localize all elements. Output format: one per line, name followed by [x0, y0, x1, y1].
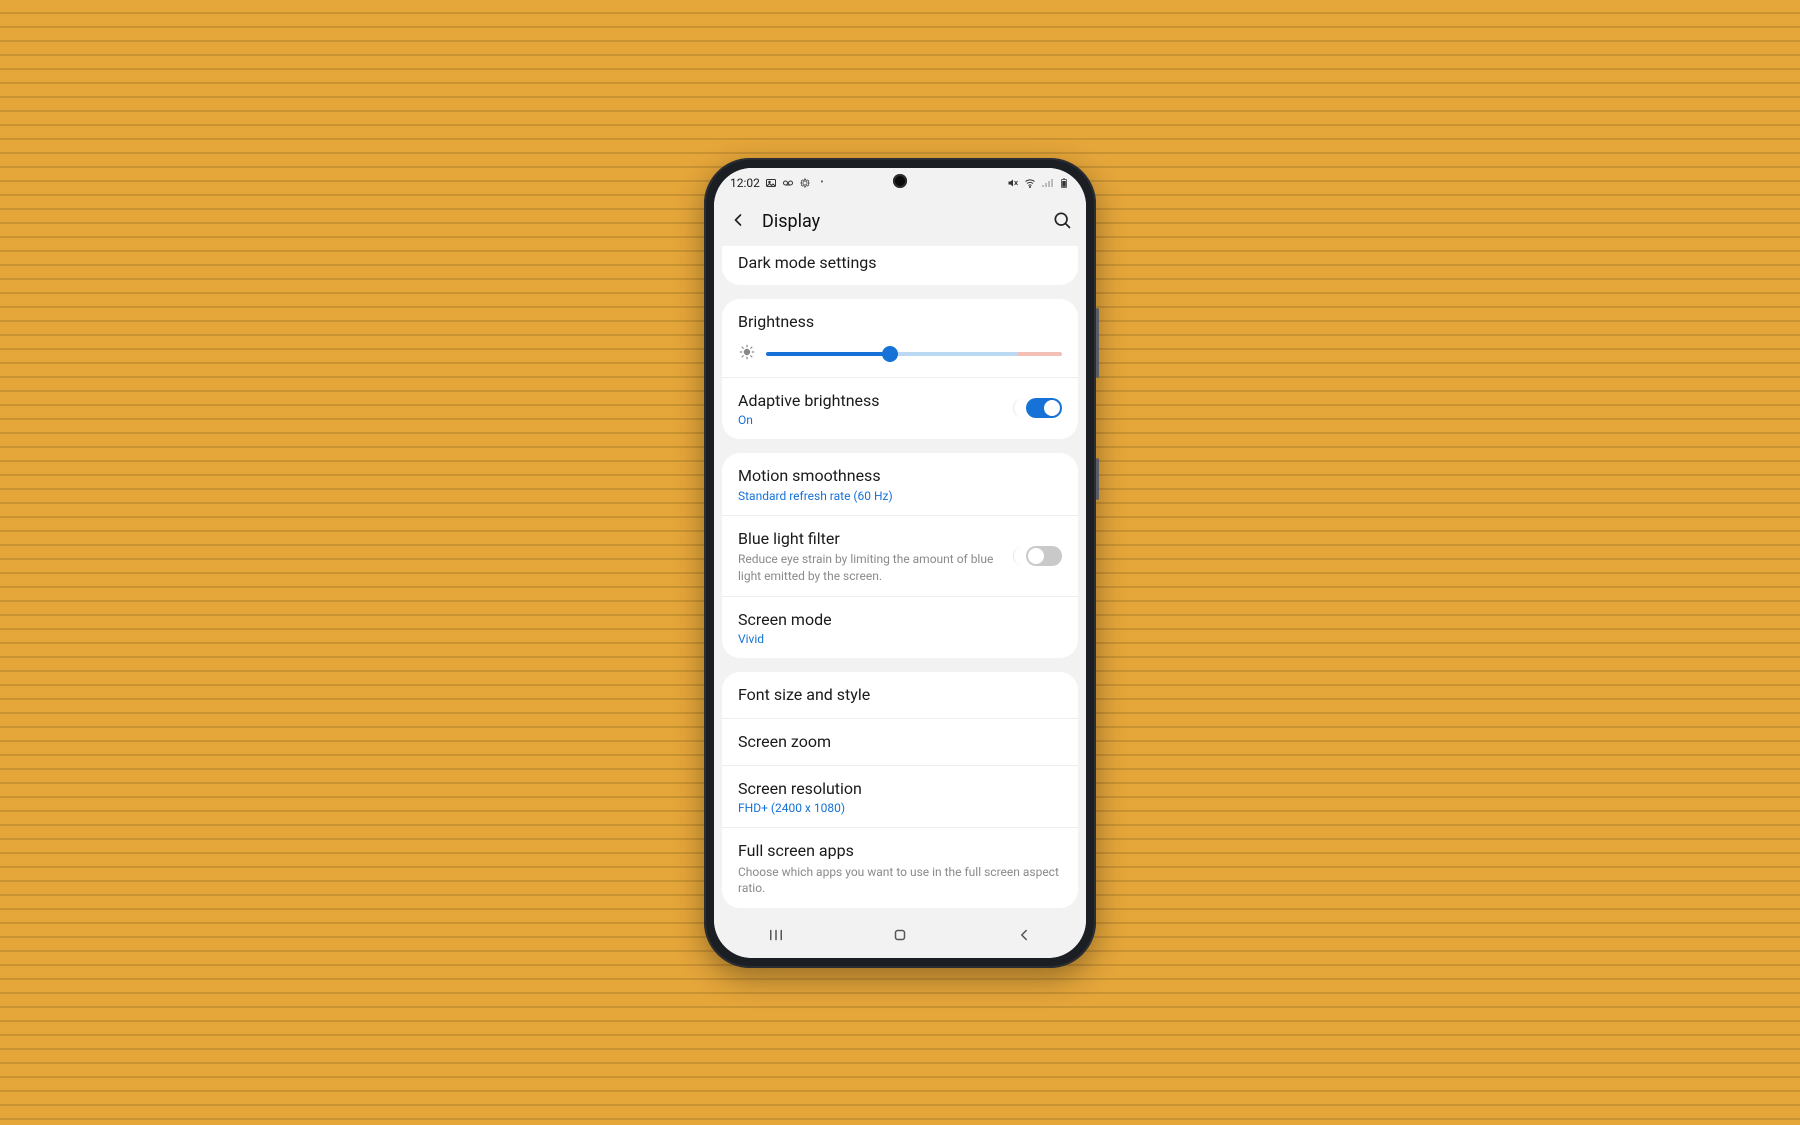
- power-button: [1096, 458, 1099, 500]
- adaptive-brightness-toggle[interactable]: [1013, 398, 1062, 418]
- row-blue-light-filter[interactable]: Blue light filter Reduce eye strain by l…: [722, 516, 1078, 597]
- brightness-icon: [738, 343, 756, 365]
- row-title: Screen zoom: [738, 731, 1062, 753]
- recents-button[interactable]: [767, 926, 785, 948]
- row-brightness: Brightness: [722, 299, 1078, 378]
- row-title: Dark mode settings: [738, 252, 1062, 274]
- page-title: Display: [762, 211, 1038, 232]
- blue-light-toggle[interactable]: [1013, 546, 1062, 566]
- row-title: Motion smoothness: [738, 465, 1062, 487]
- row-subtitle: Vivid: [738, 632, 1062, 646]
- row-title: Font size and style: [738, 684, 1062, 706]
- row-screen-mode[interactable]: Screen mode Vivid: [722, 597, 1078, 659]
- card-dark-mode: Dark mode settings: [722, 246, 1078, 286]
- row-title: Adaptive brightness: [738, 390, 1003, 412]
- search-icon[interactable]: [1052, 210, 1072, 234]
- row-subtitle: FHD+ (2400 x 1080): [738, 801, 1062, 815]
- mute-icon: [1007, 177, 1019, 189]
- home-button[interactable]: [891, 926, 909, 948]
- phone-frame: 12:02 • Display Dark m: [704, 158, 1096, 968]
- row-title: Blue light filter: [738, 528, 1003, 550]
- row-screen-resolution[interactable]: Screen resolution FHD+ (2400 x 1080): [722, 766, 1078, 829]
- row-screen-zoom[interactable]: Screen zoom: [722, 719, 1078, 766]
- row-adaptive-brightness[interactable]: Adaptive brightness On: [722, 378, 1078, 440]
- row-title: Screen resolution: [738, 778, 1062, 800]
- card-display-options: Motion smoothness Standard refresh rate …: [722, 453, 1078, 658]
- row-font-size-style[interactable]: Font size and style: [722, 672, 1078, 719]
- row-subtitle: Choose which apps you want to use in the…: [738, 864, 1062, 896]
- row-motion-smoothness[interactable]: Motion smoothness Standard refresh rate …: [722, 453, 1078, 516]
- back-icon[interactable]: [728, 210, 748, 234]
- image-icon: [765, 177, 777, 189]
- row-subtitle: Standard refresh rate (60 Hz): [738, 489, 1062, 503]
- wifi-icon: [1024, 177, 1036, 189]
- gear-icon: [799, 177, 811, 189]
- card-appearance: Font size and style Screen zoom Screen r…: [722, 672, 1078, 908]
- brightness-thumb[interactable]: [882, 346, 898, 362]
- battery-icon: [1058, 177, 1070, 189]
- dot-icon: •: [816, 177, 828, 189]
- settings-list[interactable]: Dark mode settings Brightness Ada: [714, 246, 1086, 916]
- front-camera: [893, 174, 907, 188]
- volume-button: [1096, 308, 1099, 378]
- system-nav-bar: [714, 916, 1086, 958]
- row-subtitle: On: [738, 413, 1003, 427]
- status-time: 12:02: [730, 176, 760, 190]
- back-button[interactable]: [1015, 926, 1033, 948]
- row-title: Full screen apps: [738, 840, 1062, 862]
- row-full-screen-apps[interactable]: Full screen apps Choose which apps you w…: [722, 828, 1078, 908]
- row-subtitle: Reduce eye strain by limiting the amount…: [738, 551, 1003, 583]
- signal-icon: [1041, 177, 1053, 189]
- card-brightness: Brightness Adaptive brightness On: [722, 299, 1078, 439]
- row-title: Screen mode: [738, 609, 1062, 631]
- row-title: Brightness: [738, 311, 1062, 333]
- voicemail-icon: [782, 177, 794, 189]
- brightness-slider[interactable]: [766, 352, 1062, 356]
- row-dark-mode-settings[interactable]: Dark mode settings: [722, 246, 1078, 286]
- app-header: Display: [714, 198, 1086, 246]
- screen: 12:02 • Display Dark m: [714, 168, 1086, 958]
